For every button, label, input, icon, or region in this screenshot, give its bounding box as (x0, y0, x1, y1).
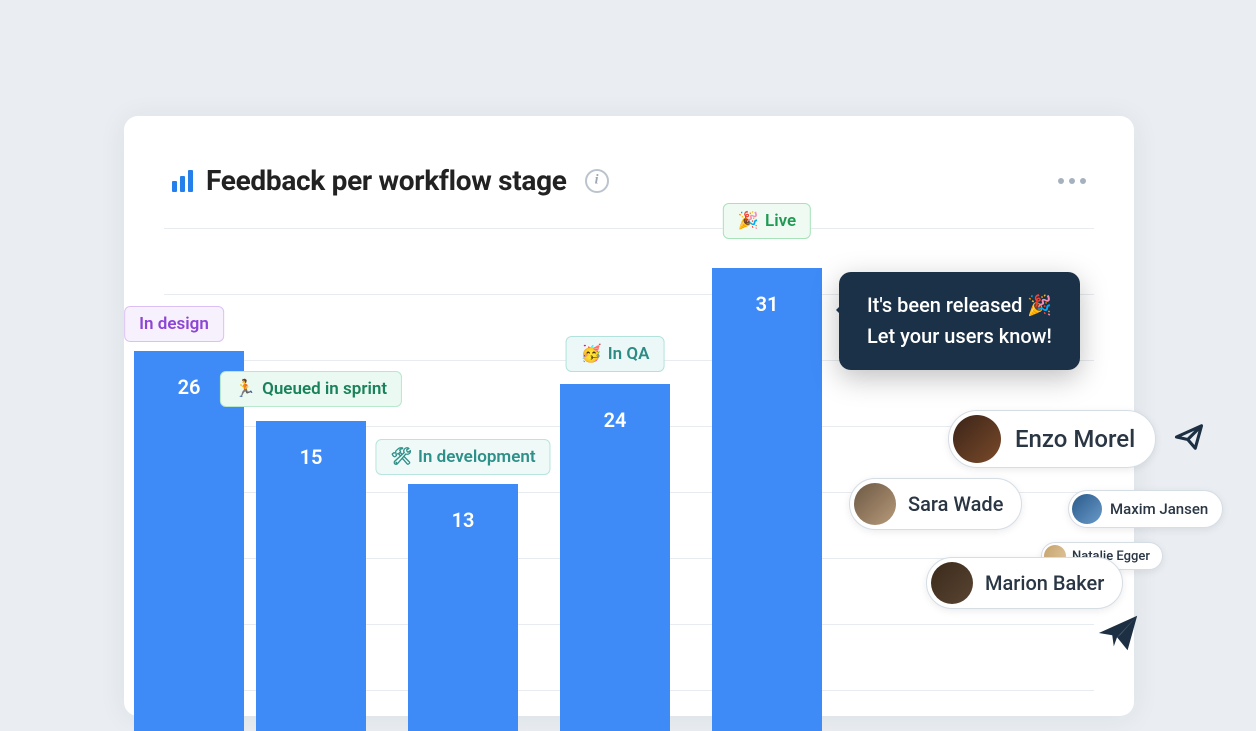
user-chip-enzo-morel[interactable]: Enzo Morel (948, 410, 1156, 468)
stage-label-text: In QA (608, 344, 650, 364)
user-name: Sara Wade (908, 492, 1003, 516)
avatar (953, 415, 1001, 463)
card-header: Feedback per workflow stage (124, 116, 1134, 197)
bar-in-qa[interactable]: 24 (560, 384, 670, 731)
stage-label-live: 🎉 Live (723, 203, 811, 239)
bar-value: 24 (604, 408, 627, 432)
bar-value: 26 (178, 375, 201, 399)
user-name: Maxim Jansen (1110, 500, 1208, 518)
stage-emoji: 🎉 (738, 211, 759, 231)
stage-label-in-development: 🛠 In development (375, 439, 550, 475)
more-options-button[interactable] (1058, 178, 1086, 184)
stage-emoji: 🛠 (390, 447, 412, 467)
stage-emoji: 🥳 (581, 344, 602, 364)
card-title: Feedback per workflow stage (206, 164, 567, 197)
stage-label-in-design: In design (124, 306, 224, 342)
user-chip-marion-baker[interactable]: Marion Baker (926, 557, 1123, 609)
avatar (931, 562, 973, 604)
callout-line-2: Let your users know! (867, 321, 1052, 352)
bar-live[interactable]: 31 (712, 268, 822, 731)
paper-plane-icon (1095, 610, 1141, 656)
user-name: Enzo Morel (1015, 425, 1135, 453)
avatar (1072, 494, 1102, 524)
stage-emoji: 🏃 (235, 379, 256, 399)
stage-label-text: Live (765, 211, 796, 231)
stage-label-text: In development (418, 447, 536, 467)
user-chip-maxim-jansen[interactable]: Maxim Jansen (1068, 490, 1223, 528)
bar-value: 13 (452, 508, 475, 532)
info-icon[interactable] (585, 169, 609, 193)
bar-value: 15 (300, 445, 323, 469)
bar-chart-icon (172, 170, 194, 192)
bar-in-design[interactable]: 26 (134, 351, 244, 731)
release-callout: It's been released 🎉 Let your users know… (839, 272, 1080, 370)
stage-label-text: In design (139, 314, 209, 334)
user-name: Marion Baker (985, 571, 1104, 595)
stage-label-in-qa: 🥳 In QA (566, 336, 665, 372)
user-chip-sara-wade[interactable]: Sara Wade (849, 478, 1022, 530)
callout-line-1: It's been released 🎉 (867, 290, 1052, 321)
stage-label-queued: 🏃 Queued in sprint (220, 371, 402, 407)
bar-in-development[interactable]: 13 (408, 484, 518, 731)
avatar (854, 483, 896, 525)
bar-queued[interactable]: 15 (256, 421, 366, 731)
paper-plane-icon (1174, 422, 1204, 452)
stage-label-text: Queued in sprint (262, 379, 387, 399)
bar-value: 31 (756, 292, 779, 316)
